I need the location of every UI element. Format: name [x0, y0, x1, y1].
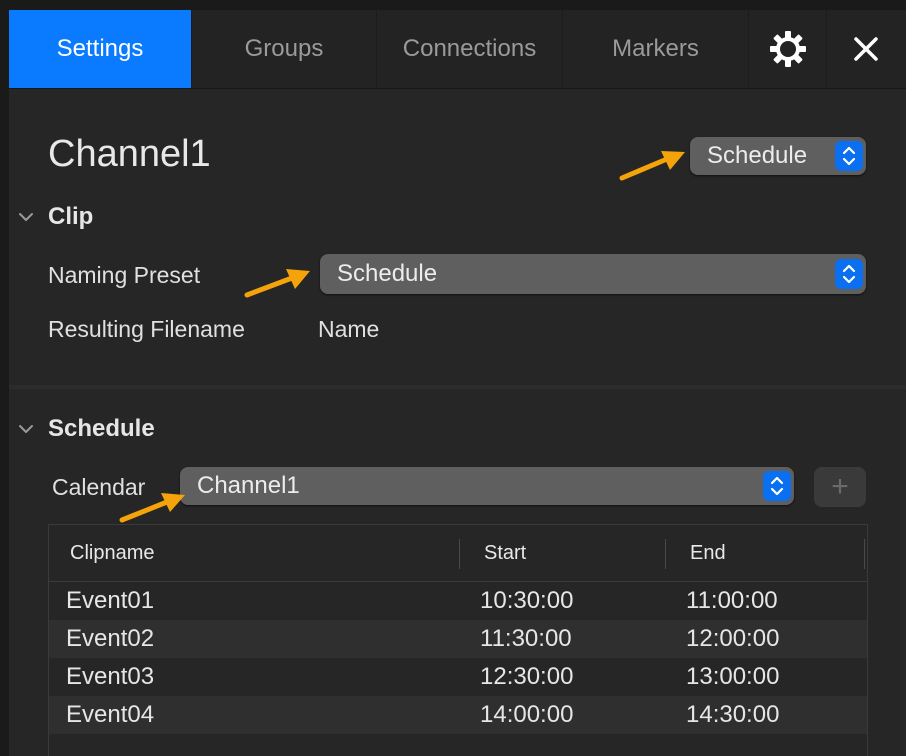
tab-bar: Settings Groups Connections Markers: [9, 10, 906, 89]
column-separator[interactable]: [665, 539, 666, 569]
cell-end: 13:00:00: [686, 663, 780, 690]
table-header: Clipname Start End: [49, 525, 867, 582]
naming-preset-popup[interactable]: Schedule: [320, 254, 866, 294]
section-divider: [9, 385, 906, 389]
chevron-down-icon: [19, 425, 33, 433]
column-header-start[interactable]: Start: [484, 525, 526, 581]
up-down-chevron-icon: [763, 471, 791, 501]
tab-markers[interactable]: Markers: [563, 10, 749, 88]
cell-clipname: Event01: [66, 587, 155, 614]
add-calendar-button[interactable]: +: [814, 467, 866, 507]
column-header-clipname[interactable]: Clipname: [70, 525, 154, 581]
cell-clipname: Event04: [66, 701, 155, 728]
close-button[interactable]: [827, 10, 905, 88]
cell-start: 14:00:00: [480, 701, 574, 728]
up-down-chevron-icon: [835, 259, 863, 289]
clip-section-label: Clip: [48, 203, 94, 230]
column-separator[interactable]: [864, 539, 865, 569]
naming-preset-label: Naming Preset: [48, 262, 201, 288]
column-header-end[interactable]: End: [690, 525, 726, 581]
chevron-down-icon: [19, 213, 33, 221]
resulting-filename-label: Resulting Filename: [48, 316, 245, 342]
cell-start: 11:30:00: [480, 625, 572, 652]
annotation-arrow-icon: [244, 269, 310, 298]
clip-section-header[interactable]: Clip: [15, 203, 93, 231]
close-icon: [854, 37, 878, 61]
plus-icon: +: [831, 470, 849, 503]
channel-title: Channel1: [48, 133, 211, 175]
table-row[interactable]: Event04 14:00:00 14:30:00: [49, 696, 867, 734]
tab-connections[interactable]: Connections: [377, 10, 563, 88]
window-left-edge: [0, 10, 9, 756]
window-top-edge: [0, 0, 906, 10]
cell-end: 12:00:00: [686, 625, 780, 652]
calendar-value: Channel1: [197, 472, 300, 499]
annotation-arrow-icon: [119, 493, 185, 523]
cell-start: 10:30:00: [480, 587, 574, 614]
cell-end: 14:30:00: [686, 701, 780, 728]
schedule-table: Clipname Start End Event01 10:30:00 11:0…: [48, 524, 868, 756]
table-row[interactable]: Event01 10:30:00 11:00:00: [49, 582, 867, 620]
channel-mode-popup[interactable]: Schedule: [690, 137, 866, 175]
naming-preset-value: Schedule: [337, 260, 438, 287]
cell-end: 11:00:00: [686, 587, 778, 614]
resulting-filename-value: Name: [318, 316, 380, 342]
cell-clipname: Event02: [66, 625, 155, 652]
annotation-arrow-icon: [619, 151, 685, 181]
settings-button[interactable]: [749, 10, 827, 88]
schedule-section-label: Schedule: [48, 415, 155, 442]
up-down-chevron-icon: [835, 141, 863, 171]
table-row[interactable]: Event02 11:30:00 12:00:00: [49, 620, 867, 658]
calendar-popup[interactable]: Channel1: [180, 467, 794, 505]
gear-icon: [769, 31, 806, 67]
cell-clipname: Event03: [66, 663, 155, 690]
cell-start: 12:30:00: [480, 663, 574, 690]
schedule-section-header[interactable]: Schedule: [15, 415, 155, 443]
channel-mode-value: Schedule: [707, 142, 808, 169]
tab-groups[interactable]: Groups: [192, 10, 377, 88]
table-row[interactable]: Event03 12:30:00 13:00:00: [49, 658, 867, 696]
tab-settings[interactable]: Settings: [9, 10, 192, 88]
column-separator[interactable]: [459, 539, 460, 569]
